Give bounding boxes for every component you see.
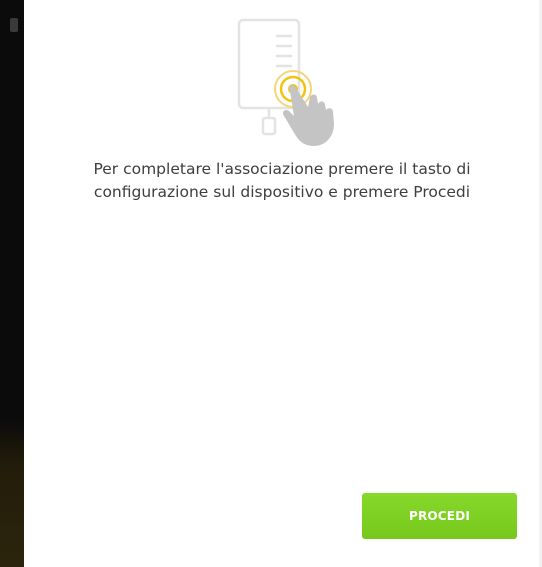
device-plug: [261, 116, 277, 136]
message-line-2: configurazione sul dispositivo e premere…: [93, 183, 471, 201]
hand-pressing-device-button-icon: [237, 18, 334, 146]
hand-shape: [282, 84, 334, 146]
backdrop-app-strip: [0, 0, 24, 567]
message-line-1: Per completare l'associazione premere il…: [93, 160, 471, 178]
pairing-instructions: Per completare l'associazione premere il…: [24, 158, 540, 204]
proceed-button[interactable]: PROCEDI: [362, 493, 517, 539]
backdrop-glyph: [10, 18, 18, 32]
device-body: [237, 18, 301, 110]
